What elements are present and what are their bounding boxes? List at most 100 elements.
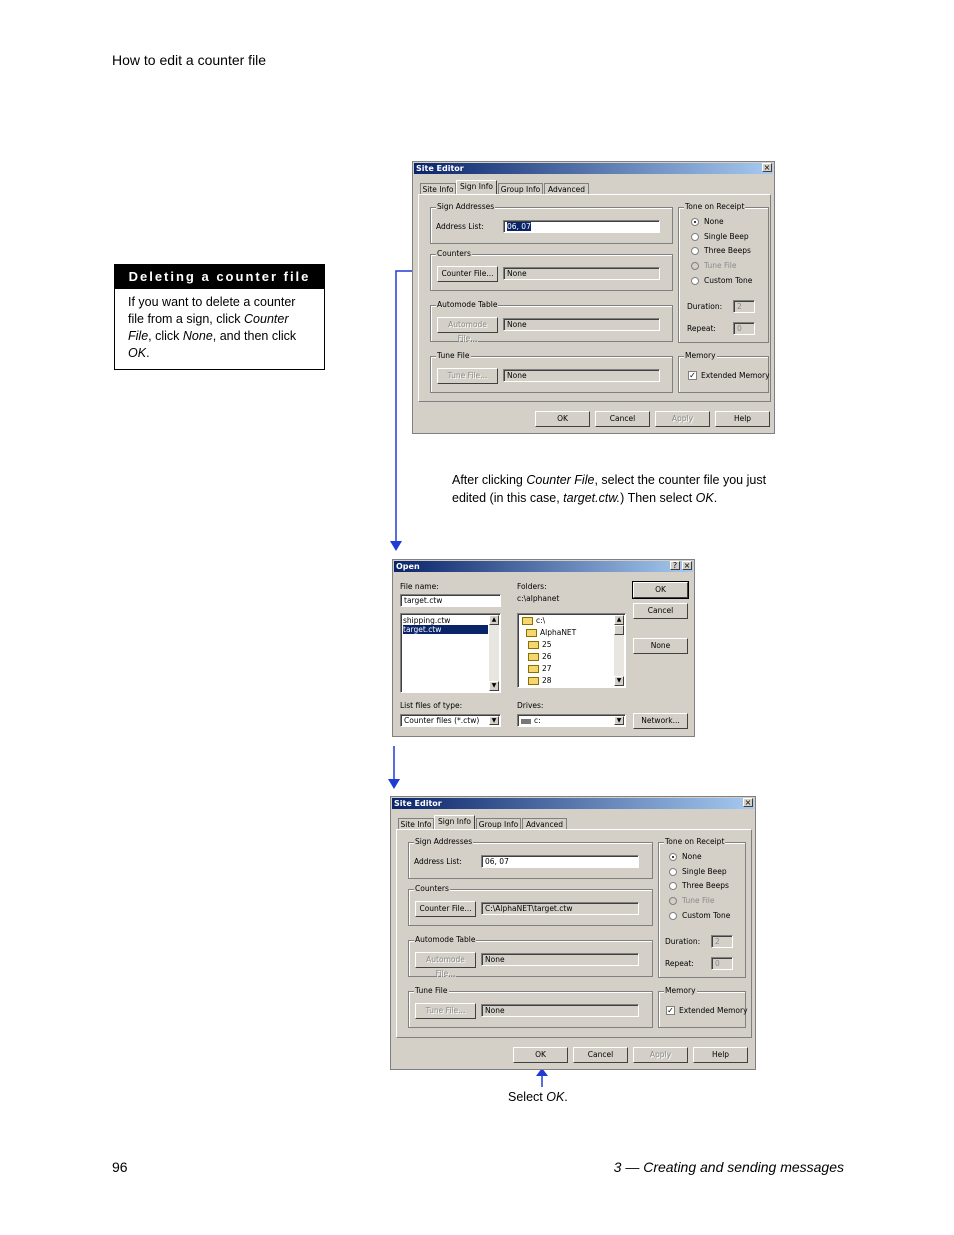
tune-file-button[interactable]: Tune File...	[437, 368, 498, 384]
chevron-down-icon[interactable]: ▼	[489, 716, 499, 725]
radio-three-beeps[interactable]	[691, 247, 699, 255]
address-list-field[interactable]: 06, 07	[503, 220, 660, 233]
scroll-down-icon[interactable]: ▼	[614, 676, 624, 686]
counter-file-button[interactable]: Counter File...	[415, 901, 476, 917]
radio-three-beeps-label: Three Beeps	[682, 881, 729, 890]
folder-item[interactable]: AlphaNET	[526, 628, 576, 637]
drives-select[interactable]: c: ▼	[517, 714, 626, 727]
site-editor-before: Site Editor × Site Info Sign Info Group …	[412, 161, 775, 434]
apply-button[interactable]: Apply	[655, 411, 710, 427]
folder-item[interactable]: 27	[528, 664, 552, 673]
list-type-label: List files of type:	[400, 701, 463, 710]
help-button[interactable]: Help	[693, 1047, 748, 1063]
radio-custom-tone[interactable]	[669, 912, 677, 920]
tab-sign-info[interactable]: Sign Info	[434, 815, 475, 830]
tune-file-field: None	[481, 1004, 639, 1017]
folder-open-icon	[526, 629, 537, 637]
group-memory: Memory ✓ Extended Memory	[658, 986, 748, 1028]
extended-memory-checkbox[interactable]: ✓	[666, 1006, 675, 1015]
group-automode: Automode Table Automode File... None	[408, 935, 653, 978]
radio-tune-file-label: Tune File	[682, 896, 715, 905]
radio-custom-tone[interactable]	[691, 277, 699, 285]
scroll-down-icon[interactable]: ▼	[489, 681, 499, 691]
counter-file-button[interactable]: Counter File...	[437, 266, 498, 282]
radio-single-beep[interactable]	[691, 233, 699, 241]
cancel-button[interactable]: Cancel	[595, 411, 650, 427]
none-button[interactable]: None	[633, 638, 688, 654]
folder-icon	[528, 641, 539, 649]
address-list-field[interactable]: 06, 07	[481, 855, 639, 868]
duration-field[interactable]: 2	[733, 300, 755, 313]
automode-file-button[interactable]: Automode File...	[437, 317, 498, 343]
drive-icon	[521, 718, 531, 724]
radio-custom-tone-label: Custom Tone	[682, 911, 731, 920]
ok-button[interactable]: OK	[535, 411, 590, 427]
arrow-head-editor2	[388, 779, 400, 789]
list-item[interactable]: shipping.ctw	[403, 616, 450, 625]
folder-list-scrollbar[interactable]: ▲ ▼	[614, 615, 624, 686]
repeat-field[interactable]: 0	[711, 957, 733, 970]
drives-label: Drives:	[517, 701, 544, 710]
file-list-scrollbar[interactable]: ▲ ▼	[489, 615, 499, 691]
folder-item[interactable]: 28	[528, 676, 552, 685]
radio-tune-file[interactable]	[691, 262, 699, 270]
counter-file-field: None	[503, 267, 660, 280]
radio-none[interactable]	[691, 218, 699, 226]
scroll-thumb[interactable]	[614, 625, 624, 635]
group-tone-on-receipt: Tone on Receipt None Single Beep Three B…	[678, 202, 769, 343]
file-name-input[interactable]: target.ctw	[400, 594, 501, 607]
repeat-field[interactable]: 0	[733, 322, 755, 335]
ok-button[interactable]: OK	[632, 581, 689, 599]
radio-three-beeps[interactable]	[669, 882, 677, 890]
cancel-button[interactable]: Cancel	[573, 1047, 628, 1063]
list-item-selected[interactable]: target.ctw	[403, 625, 488, 634]
group-tone-on-receipt: Tone on Receipt None Single Beep Three B…	[658, 837, 746, 978]
counter-file-field: C:\AlphaNET\target.ctw	[481, 902, 639, 915]
duration-field[interactable]: 2	[711, 935, 733, 948]
group-counters: Counters Counter File... None	[430, 249, 673, 291]
radio-none-label: None	[704, 217, 724, 226]
folder-icon	[528, 677, 539, 685]
folder-path: c:\alphanet	[517, 594, 560, 603]
folder-item[interactable]: 26	[528, 652, 552, 661]
folder-icon	[528, 653, 539, 661]
close-button[interactable]: ×	[762, 163, 772, 172]
chevron-down-icon[interactable]: ▼	[614, 716, 624, 725]
file-list[interactable]: shipping.ctw target.ctw ▲ ▼	[400, 613, 501, 693]
group-sign-addresses: Sign Addresses Address List: 06, 07	[430, 202, 673, 244]
extended-memory-checkbox[interactable]: ✓	[688, 371, 697, 380]
help-button[interactable]: Help	[715, 411, 770, 427]
file-type-select[interactable]: Counter files (*.ctw) ▼	[400, 714, 501, 727]
automode-file-button[interactable]: Automode File...	[415, 952, 476, 978]
scroll-up-icon[interactable]: ▲	[614, 615, 624, 625]
radio-single-beep[interactable]	[669, 868, 677, 876]
apply-button[interactable]: Apply	[633, 1047, 688, 1063]
help-icon[interactable]: ?	[670, 561, 680, 570]
folder-item[interactable]: c:\	[522, 616, 545, 625]
close-button[interactable]: ×	[682, 561, 692, 570]
tab-panel: Sign Addresses Address List: 06, 07 Coun…	[418, 194, 771, 402]
group-automode: Automode Table Automode File... None	[430, 300, 673, 343]
folder-list[interactable]: c:\ AlphaNET 25 26 27 28 ▲ ▼	[517, 613, 626, 688]
network-button[interactable]: Network...	[633, 713, 688, 729]
close-button[interactable]: ×	[743, 798, 753, 807]
folder-item[interactable]: 25	[528, 640, 552, 649]
radio-none-label: None	[682, 852, 702, 861]
radio-single-beep-label: Single Beep	[682, 867, 727, 876]
radio-single-beep-label: Single Beep	[704, 232, 749, 241]
tune-file-button[interactable]: Tune File...	[415, 1003, 476, 1019]
radio-none[interactable]	[669, 853, 677, 861]
tune-file-field: None	[503, 369, 660, 382]
tab-panel: Sign Addresses Address List: 06, 07 Coun…	[396, 829, 752, 1038]
scroll-up-icon[interactable]: ▲	[489, 615, 499, 625]
radio-tune-file[interactable]	[669, 897, 677, 905]
ok-button[interactable]: OK	[513, 1047, 568, 1063]
group-memory: Memory ✓ Extended Memory	[678, 351, 770, 393]
group-tune-file: Tune File Tune File... None	[408, 986, 653, 1028]
group-tune-file: Tune File Tune File... None	[430, 351, 673, 393]
tab-sign-info[interactable]: Sign Info	[456, 180, 497, 195]
cancel-button[interactable]: Cancel	[633, 603, 688, 619]
folder-icon	[528, 665, 539, 673]
file-name-label: File name:	[400, 582, 439, 591]
title-bar: Site Editor	[414, 163, 773, 174]
